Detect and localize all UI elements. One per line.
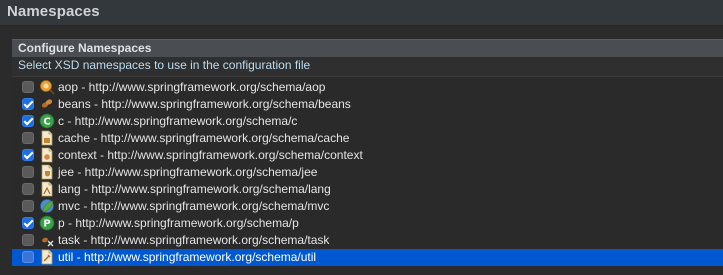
namespace-label: jee - http://www.springframework.org/sch… <box>58 165 318 179</box>
namespace-checkbox[interactable] <box>22 132 34 144</box>
namespace-label: util - http://www.springframework.org/sc… <box>58 250 317 264</box>
namespace-row-aop[interactable]: aop - http://www.springframework.org/sch… <box>12 79 723 96</box>
section-title: Configure Namespaces <box>18 41 152 55</box>
namespace-checkbox[interactable] <box>22 98 34 110</box>
namespace-checkbox[interactable] <box>22 217 34 229</box>
namespace-row-util[interactable]: util - http://www.springframework.org/sc… <box>12 249 723 266</box>
namespace-row-context[interactable]: context - http://www.springframework.org… <box>12 147 723 164</box>
namespace-checkbox[interactable] <box>22 183 34 195</box>
lang-icon <box>41 181 53 197</box>
namespace-checkbox[interactable] <box>22 200 34 212</box>
namespaces-page: Namespaces Configure Namespaces Select X… <box>0 0 723 275</box>
namespace-list[interactable]: aop - http://www.springframework.org/sch… <box>12 76 723 275</box>
namespace-row-lang[interactable]: lang - http://www.springframework.org/sc… <box>12 181 723 198</box>
namespace-row-mvc[interactable]: mvc - http://www.springframework.org/sch… <box>12 198 723 215</box>
beans-icon <box>41 99 53 108</box>
page-title: Namespaces <box>7 3 100 20</box>
namespace-label: aop - http://www.springframework.org/sch… <box>58 80 326 94</box>
namespace-row-cache[interactable]: cache - http://www.springframework.org/s… <box>12 130 723 147</box>
section-description: Select XSD namespaces to use in the conf… <box>18 58 311 72</box>
namespace-checkbox[interactable] <box>22 81 34 93</box>
jee-icon <box>41 164 53 180</box>
namespace-checkbox[interactable] <box>22 115 34 127</box>
namespace-label: mvc - http://www.springframework.org/sch… <box>58 199 330 213</box>
svg-text:C: C <box>43 117 50 128</box>
aop-icon <box>40 80 55 95</box>
namespace-label: task - http://www.springframework.org/sc… <box>58 233 330 247</box>
namespace-label: beans - http://www.springframework.org/s… <box>58 97 351 111</box>
c-namespace-icon: C <box>39 113 55 129</box>
util-icon <box>41 249 53 265</box>
cache-icon <box>41 130 53 146</box>
namespace-label: p - http://www.springframework.org/schem… <box>58 216 299 230</box>
namespace-row-p[interactable]: Pp - http://www.springframework.org/sche… <box>12 215 723 232</box>
namespace-row-task[interactable]: task - http://www.springframework.org/sc… <box>12 232 723 249</box>
namespace-checkbox[interactable] <box>22 149 34 161</box>
namespace-label: c - http://www.springframework.org/schem… <box>58 114 298 128</box>
page-header: Namespaces <box>0 0 723 26</box>
svg-text:P: P <box>43 219 50 230</box>
namespace-label: context - http://www.springframework.org… <box>58 148 363 162</box>
namespace-label: cache - http://www.springframework.org/s… <box>58 131 350 145</box>
p-namespace-icon: P <box>39 215 55 231</box>
namespace-row-c[interactable]: Cc - http://www.springframework.org/sche… <box>12 113 723 130</box>
section-header[interactable]: Configure Namespaces <box>12 39 723 57</box>
namespace-checkbox[interactable] <box>22 234 34 246</box>
task-icon <box>42 237 54 247</box>
namespace-row-jee[interactable]: jee - http://www.springframework.org/sch… <box>12 164 723 181</box>
namespace-row-beans[interactable]: beans - http://www.springframework.org/s… <box>12 96 723 113</box>
context-icon <box>41 147 53 163</box>
mvc-icon <box>40 199 54 213</box>
namespace-checkbox[interactable] <box>22 251 34 263</box>
namespace-label: lang - http://www.springframework.org/sc… <box>58 182 331 196</box>
namespace-checkbox[interactable] <box>22 166 34 178</box>
